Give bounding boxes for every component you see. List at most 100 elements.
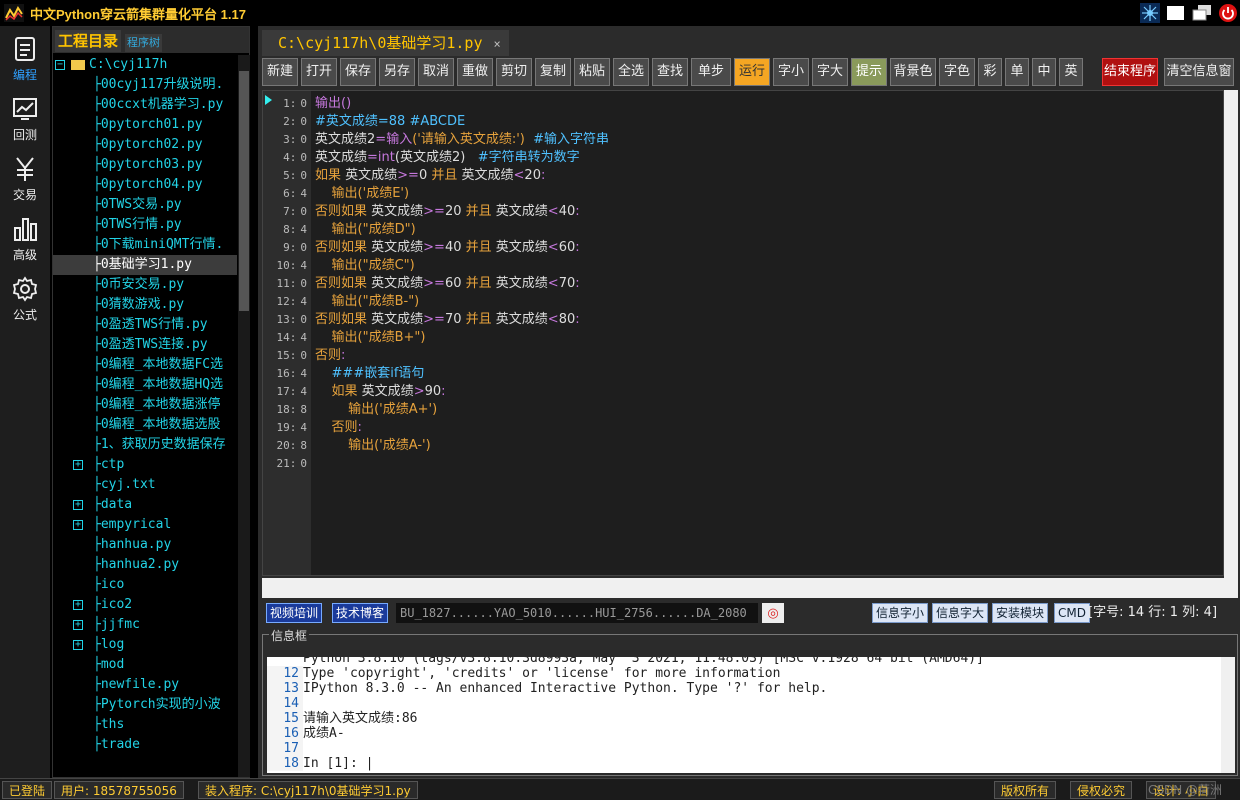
tree-item[interactable]: ├0基础学习1.py	[53, 255, 237, 275]
network-icon[interactable]	[1140, 3, 1160, 23]
tree-root[interactable]: − C:\cyj117h	[53, 55, 237, 75]
toolbar-button[interactable]: 粘贴	[574, 58, 610, 86]
code-line[interactable]: 输出('成绩A+')	[315, 401, 437, 419]
tree-item[interactable]: ├hanhua2.py	[53, 555, 237, 575]
toolbar-button[interactable]: 单	[1005, 58, 1029, 86]
tree-item[interactable]: ├newfile.py	[53, 675, 237, 695]
code-line[interactable]: 如果 英文成绩>=0 并且 英文成绩<20:	[315, 167, 545, 185]
tree-item[interactable]: ├0编程_本地数据HQ选	[53, 375, 237, 395]
tree-item[interactable]: ├hanhua.py	[53, 535, 237, 555]
console-scrollbar[interactable]	[1221, 657, 1235, 773]
code-line[interactable]: 否则:	[315, 347, 345, 365]
tree-item[interactable]: + ├data	[53, 495, 237, 515]
toolbar-button[interactable]: 背景色	[890, 58, 936, 86]
minimize-icon[interactable]	[1166, 3, 1186, 23]
expand-icon[interactable]: +	[73, 500, 83, 510]
toolbar-button[interactable]: 全选	[613, 58, 649, 86]
toolbar-button[interactable]: 取消	[418, 58, 454, 86]
code-line[interactable]: #英文成绩=88 #ABCDE	[315, 113, 465, 131]
tree-item[interactable]: ├1、获取历史数据保存	[53, 435, 237, 455]
code-line[interactable]: 输出('成绩E')	[315, 185, 410, 203]
code-line[interactable]: 输出('成绩A-')	[315, 437, 431, 455]
tree-item[interactable]: + ├jjfmc	[53, 615, 237, 635]
rail-item-trade[interactable]: 交易	[0, 150, 50, 208]
toolbar-button[interactable]: 提示	[851, 58, 887, 86]
tree-item[interactable]: ├0TWS行情.py	[53, 215, 237, 235]
expand-icon[interactable]: +	[73, 460, 83, 470]
tree-item[interactable]: ├0编程_本地数据涨停	[53, 395, 237, 415]
rail-item-formula[interactable]: 公式	[0, 270, 50, 328]
expand-icon[interactable]: +	[73, 620, 83, 630]
close-icon[interactable]: ×	[494, 37, 501, 51]
tree-item[interactable]: ├00ccxt机器学习.py	[53, 95, 237, 115]
toolbar-button[interactable]: 字色	[939, 58, 975, 86]
tree-item[interactable]: ├00cyj117升级说明.	[53, 75, 237, 95]
toolbar-button[interactable]: 另存	[379, 58, 415, 86]
tree-item[interactable]: ├0pytorch03.py	[53, 155, 237, 175]
tree-item[interactable]: ├mod	[53, 655, 237, 675]
tree-item[interactable]: ├0下载miniQMT行情.	[53, 235, 237, 255]
tree-item[interactable]: ├0币安交易.py	[53, 275, 237, 295]
tab-project-directory[interactable]: 工程目录	[55, 30, 122, 52]
tree-item[interactable]: + ├ico2	[53, 595, 237, 615]
toolbar-button[interactable]: 重做	[457, 58, 493, 86]
clear-info-button[interactable]: 清空信息窗	[1164, 58, 1234, 86]
code-line[interactable]: 否则:	[315, 419, 362, 437]
code-line[interactable]: 输出("成绩C")	[315, 257, 415, 275]
power-icon[interactable]	[1218, 3, 1238, 23]
tree-item[interactable]: ├0pytorch01.py	[53, 115, 237, 135]
tech-blog-button[interactable]: 技术博客	[332, 603, 389, 623]
toolbar-button[interactable]: 运行	[734, 58, 770, 86]
toolbar-button[interactable]: 新建	[262, 58, 298, 86]
tree-item[interactable]: ├Pytorch实现的小波	[53, 695, 237, 715]
tree-item[interactable]: ├0编程_本地数据FC选	[53, 355, 237, 375]
info-font-big-button[interactable]: 信息字大	[932, 603, 989, 623]
editor-horizontal-scrollbar[interactable]	[262, 578, 1224, 598]
video-training-button[interactable]: 视频培训	[266, 603, 323, 623]
tree-item[interactable]: ├0盈透TWS行情.py	[53, 315, 237, 335]
toolbar-button[interactable]: 中	[1032, 58, 1056, 86]
toolbar-button[interactable]: 英	[1059, 58, 1083, 86]
code-line[interactable]: 如果 英文成绩>90:	[315, 383, 446, 401]
code-line[interactable]: 英文成绩=int(英文成绩2) #字符串转为数字	[315, 149, 580, 167]
toolbar-button[interactable]: 字大	[812, 58, 848, 86]
expand-icon[interactable]: +	[73, 640, 83, 650]
tree-item[interactable]: + ├empyrical	[53, 515, 237, 535]
code-line[interactable]: 否则如果 英文成绩>=40 并且 英文成绩<60:	[315, 239, 580, 257]
rail-item-coding[interactable]: 编程	[0, 30, 50, 88]
tree-item[interactable]: + ├log	[53, 635, 237, 655]
install-module-button[interactable]: 安装模块	[992, 603, 1049, 623]
code-line[interactable]: 输出("成绩B+")	[315, 329, 426, 347]
expand-icon[interactable]: +	[73, 600, 83, 610]
code-line[interactable]: 否则如果 英文成绩>=60 并且 英文成绩<70:	[315, 275, 580, 293]
collapse-icon[interactable]: −	[55, 60, 65, 70]
stop-program-button[interactable]: 结束程序	[1102, 58, 1158, 86]
toolbar-button[interactable]: 查找	[652, 58, 688, 86]
toolbar-button[interactable]: 打开	[301, 58, 337, 86]
code-line[interactable]: ###嵌套if语句	[315, 365, 425, 383]
file-tab[interactable]: C:\cyj117h\0基础学习1.py ×	[262, 30, 509, 56]
toolbar-button[interactable]: 单步	[691, 58, 731, 86]
tree-scrollbar[interactable]	[238, 55, 250, 777]
info-font-small-button[interactable]: 信息字小	[872, 603, 929, 623]
code-line[interactable]: 否则如果 英文成绩>=20 并且 英文成绩<40:	[315, 203, 580, 221]
toolbar-button[interactable]: 彩	[978, 58, 1002, 86]
tree-item[interactable]: ├ico	[53, 575, 237, 595]
rail-item-backtest[interactable]: 回测	[0, 90, 50, 148]
tree-item[interactable]: ├ths	[53, 715, 237, 735]
code-line[interactable]: 否则如果 英文成绩>=70 并且 英文成绩<80:	[315, 311, 580, 329]
tree-item[interactable]: ├0TWS交易.py	[53, 195, 237, 215]
tree-item[interactable]: ├0pytorch02.py	[53, 135, 237, 155]
rail-item-advanced[interactable]: 高级	[0, 210, 50, 268]
code-line[interactable]: 输出()	[315, 95, 351, 113]
tree-item[interactable]: ├0编程_本地数据选股	[53, 415, 237, 435]
toolbar-button[interactable]: 复制	[535, 58, 571, 86]
restore-icon[interactable]	[1192, 3, 1212, 23]
code-editor[interactable]: 1: 0 2: 0 3: 0 4: 0 5: 0 6: 4 7: 0 8: 4 9: 0 10: 4 11: 0 12: 4 1…	[262, 90, 1224, 576]
editor-vertical-scrollbar[interactable]	[1224, 90, 1238, 598]
console-output[interactable]: Python 3.8.10 (tags/v3.8.10:3d8993a, May…	[267, 657, 1223, 773]
tab-program-tree[interactable]: 程序树	[125, 34, 162, 52]
tree-item[interactable]: + ├ctp	[53, 455, 237, 475]
code-line[interactable]: 英文成绩2=输入('请输入英文成绩:') #输入字符串	[315, 131, 609, 149]
toolbar-button[interactable]: 保存	[340, 58, 376, 86]
